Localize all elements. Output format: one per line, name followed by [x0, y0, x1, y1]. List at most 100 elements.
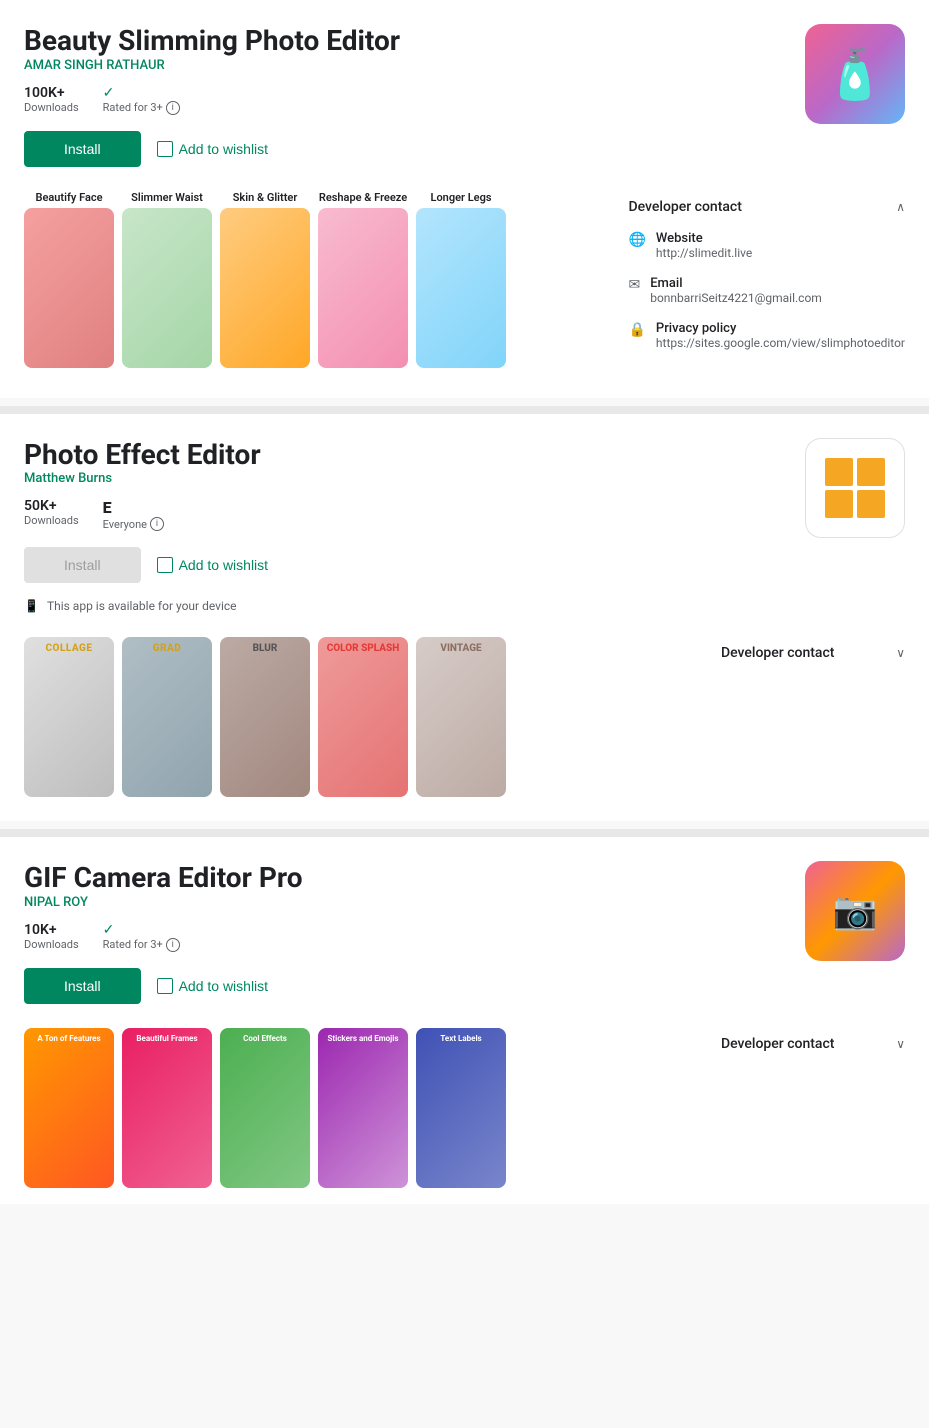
install-button-gif[interactable]: Install — [24, 968, 141, 1004]
screenshot-stickers: Stickers and Emojis — [318, 1028, 408, 1188]
app-section-photoeffect: Photo Effect Editor Matthew Burns 50K+ D… — [0, 414, 929, 822]
app-developer-photoeffect[interactable]: Matthew Burns — [24, 471, 268, 486]
info-icon-beauty[interactable]: i — [166, 101, 180, 115]
grad-label: GRAD — [153, 643, 182, 654]
wishlist-button-beauty[interactable]: Add to wishlist — [157, 141, 268, 157]
stat-everyone-label: Everyone i — [103, 517, 164, 531]
frames-label: Beautiful Frames — [136, 1034, 197, 1043]
developer-contact-details-beauty: 🌐 Website http://slimedit.live ✉ Email b… — [628, 223, 905, 374]
divider-2 — [0, 829, 929, 837]
developer-contact-toggle-beauty[interactable]: Developer contact ∧ — [628, 191, 905, 223]
vintage-label: VINTAGE — [440, 643, 481, 654]
screenshots-pe: COLLAGE GRAD BLUR COLOR SPLASH V — [24, 637, 689, 797]
stickers-label: Stickers and Emojis — [328, 1034, 399, 1043]
install-button-beauty[interactable]: Install — [24, 131, 141, 167]
app-actions-photoeffect: Install Add to wishlist — [24, 547, 268, 583]
screenshot-img-skin — [220, 208, 310, 368]
wishlist-button-photoeffect[interactable]: Add to wishlist — [157, 557, 268, 573]
screenshot-img-vintage: VINTAGE — [416, 637, 506, 797]
rating-icon-pe: E — [103, 498, 112, 517]
screenshots-beauty: Beautify Face Slimmer Waist Skin & Glitt… — [24, 191, 596, 374]
stat-downloads-beauty: 100K+ Downloads — [24, 85, 79, 115]
available-notice-pe: 📱 This app is available for your device — [24, 599, 268, 613]
screenshot-img-grad: GRAD — [122, 637, 212, 797]
screenshot-slimmer: Slimmer Waist — [122, 191, 212, 374]
dev-website-info-beauty: Website http://slimedit.live — [656, 231, 752, 260]
stat-downloads-label-gif: Downloads — [24, 938, 79, 951]
dev-email-beauty: ✉ Email bonnbarriSeitz4221@gmail.com — [628, 276, 905, 305]
stat-rating-photoeffect: E Everyone i — [103, 498, 164, 531]
screenshot-features: A Ton of Features — [24, 1028, 114, 1188]
wishlist-icon-pe — [157, 557, 173, 573]
info-icon-gif[interactable]: i — [166, 938, 180, 952]
app-developer-beauty[interactable]: AMAR SINGH RATHAUR — [24, 58, 400, 73]
dev-website-beauty: 🌐 Website http://slimedit.live — [628, 231, 905, 260]
screenshots-contact-pe: COLLAGE GRAD BLUR COLOR SPLASH V — [24, 637, 905, 821]
app-icon-beauty: 🧴 — [805, 24, 905, 124]
info-icon-pe[interactable]: i — [150, 517, 164, 531]
stat-downloads-photoeffect: 50K+ Downloads — [24, 498, 79, 531]
chevron-down-pe: ∨ — [896, 646, 905, 660]
app-icon-photoeffect — [805, 438, 905, 538]
screenshots-gif: A Ton of Features Beautiful Frames Cool … — [24, 1028, 689, 1188]
stat-rating-beauty: ✓ Rated for 3+ i — [103, 85, 180, 115]
screenshot-img-text: Text Labels — [416, 1028, 506, 1188]
blur-label: BLUR — [253, 643, 278, 654]
app-header-left-gif: GIF Camera Editor Pro NIPAL ROY 10K+ Dow… — [24, 861, 303, 1020]
stat-rating-check-gif: ✓ — [103, 922, 115, 938]
wishlist-button-gif[interactable]: Add to wishlist — [157, 978, 268, 994]
email-icon-beauty: ✉ — [628, 277, 640, 293]
photo-grid-icon — [815, 448, 895, 528]
stat-downloads-value-pe: 50K+ — [24, 498, 57, 514]
screenshot-beautify: Beautify Face — [24, 191, 114, 374]
dev-privacy-beauty: 🔒 Privacy policy https://sites.google.co… — [628, 321, 905, 350]
developer-contact-gif: Developer contact ∨ — [705, 1028, 905, 1188]
app-icon-gif: 📷 — [805, 861, 905, 961]
screenshot-grad: GRAD — [122, 637, 212, 797]
gif-camera-icon: 📷 — [833, 890, 878, 932]
divider-1 — [0, 406, 929, 414]
dev-privacy-info-beauty: Privacy policy https://sites.google.com/… — [656, 321, 905, 350]
wishlist-icon-gif — [157, 978, 173, 994]
features-label: A Ton of Features — [37, 1034, 100, 1043]
app-header-gif: GIF Camera Editor Pro NIPAL ROY 10K+ Dow… — [24, 861, 905, 1020]
app-header-photoeffect: Photo Effect Editor Matthew Burns 50K+ D… — [24, 438, 905, 630]
app-title-gif: GIF Camera Editor Pro — [24, 861, 303, 895]
app-developer-gif[interactable]: NIPAL ROY — [24, 895, 303, 910]
grid-cell-2 — [857, 458, 885, 486]
splash-label: COLOR SPLASH — [327, 643, 400, 654]
stat-downloads-value: 100K+ — [24, 85, 65, 101]
screenshot-longer: Longer Legs — [416, 191, 506, 374]
stat-downloads-label: Downloads — [24, 101, 79, 114]
stat-rating-value: Rated for 3+ i — [103, 101, 180, 115]
screenshot-img-color-splash: COLOR SPLASH — [318, 637, 408, 797]
effects-label: Cool Effects — [243, 1034, 287, 1043]
developer-contact-pe: Developer contact ∨ — [705, 637, 905, 797]
stat-downloads-label-pe: Downloads — [24, 514, 79, 527]
app-section-gif: GIF Camera Editor Pro NIPAL ROY 10K+ Dow… — [0, 837, 929, 1204]
app-actions-beauty: Install Add to wishlist — [24, 131, 400, 167]
collage-label: COLLAGE — [46, 643, 93, 654]
screenshot-img-longer — [416, 208, 506, 368]
screenshots-contact-gif: A Ton of Features Beautiful Frames Cool … — [24, 1028, 905, 1204]
screenshot-effects: Cool Effects — [220, 1028, 310, 1188]
text-label: Text Labels — [440, 1034, 481, 1043]
screenshot-text: Text Labels — [416, 1028, 506, 1188]
screenshot-skin: Skin & Glitter — [220, 191, 310, 374]
beauty-icon-img: 🧴 — [825, 46, 885, 103]
app-title-photoeffect: Photo Effect Editor — [24, 438, 268, 472]
dev-email-info-beauty: Email bonnbarriSeitz4221@gmail.com — [650, 276, 822, 305]
device-icon-pe: 📱 — [24, 599, 39, 613]
install-button-photoeffect[interactable]: Install — [24, 547, 141, 583]
developer-contact-toggle-gif[interactable]: Developer contact ∨ — [721, 1028, 905, 1060]
screenshot-img-reshape — [318, 208, 408, 368]
developer-contact-toggle-pe[interactable]: Developer contact ∨ — [721, 637, 905, 669]
stat-downloads-gif: 10K+ Downloads — [24, 922, 79, 952]
screenshot-img-beautify — [24, 208, 114, 368]
wishlist-icon-beauty — [157, 141, 173, 157]
app-stats-photoeffect: 50K+ Downloads E Everyone i — [24, 498, 268, 531]
stat-rating-gif: ✓ Rated for 3+ i — [103, 922, 180, 952]
app-title-beauty: Beauty Slimming Photo Editor — [24, 24, 400, 58]
screenshot-blur: BLUR — [220, 637, 310, 797]
screenshot-img-collage: COLLAGE — [24, 637, 114, 797]
